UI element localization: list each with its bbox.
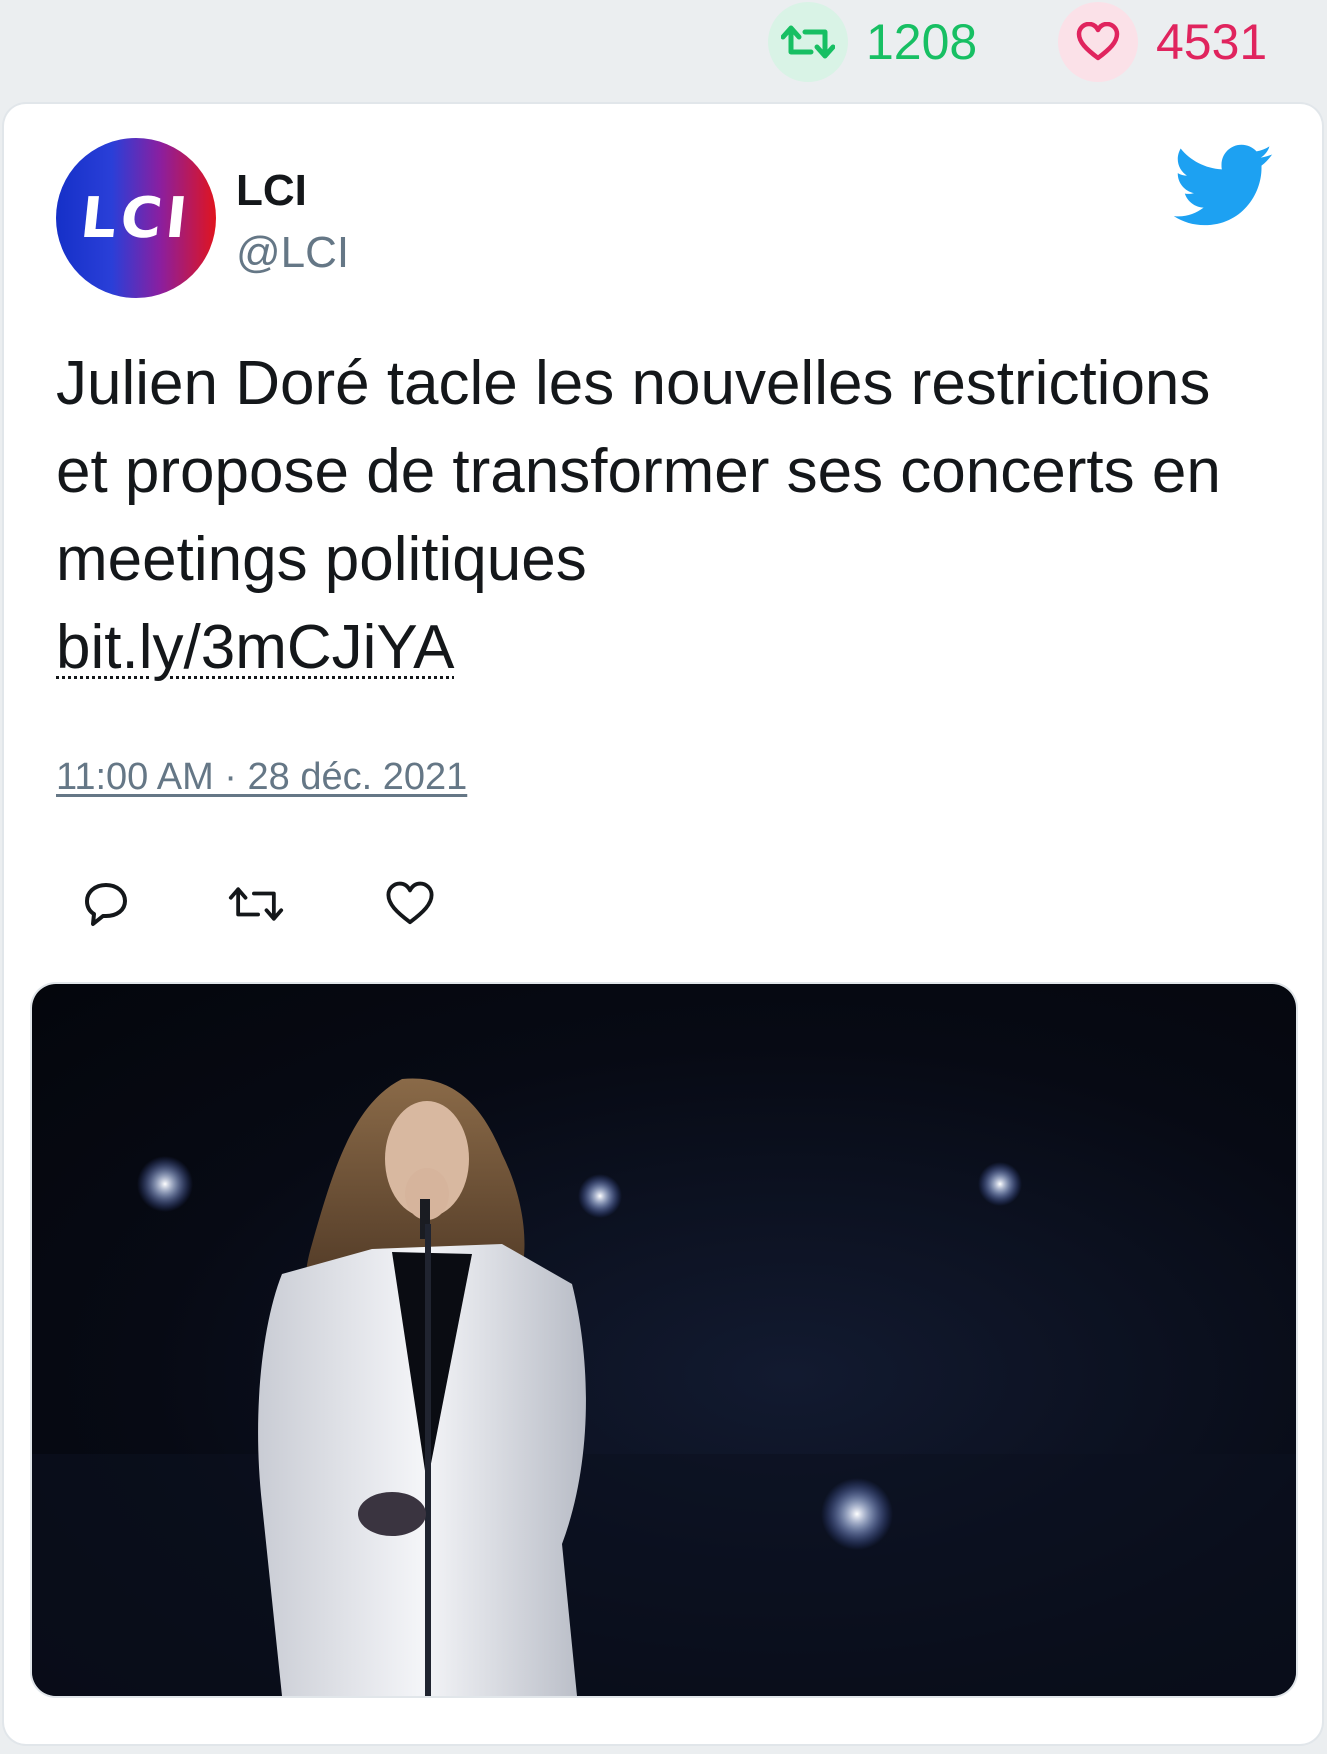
author-name[interactable]: LCI	[236, 166, 307, 216]
retweet-stat-icon	[768, 2, 848, 82]
concert-photo	[32, 1078, 1296, 1696]
heart-icon	[386, 881, 434, 925]
retweet-stat: 1208	[768, 0, 977, 84]
like-button[interactable]	[380, 874, 440, 934]
tweet-text: Julien Doré tacle les nouvelles restrict…	[56, 349, 1221, 594]
reply-button[interactable]	[76, 874, 136, 934]
like-stat: 4531	[1058, 0, 1267, 84]
tweet-link[interactable]: bit.ly/3mCJiYA	[56, 604, 455, 692]
stats-bar: 1208 4531	[0, 0, 1327, 100]
tweet-timestamp[interactable]: 11:00 AM · 28 déc. 2021	[56, 756, 467, 799]
tweet-actions	[56, 874, 656, 934]
retweet-button[interactable]	[226, 874, 286, 934]
twitter-bird-icon[interactable]	[1173, 144, 1274, 228]
heart-stat-icon	[1058, 2, 1138, 82]
like-count: 4531	[1156, 14, 1268, 70]
avatar[interactable]: LCI	[56, 138, 216, 298]
retweet-count: 1208	[866, 14, 978, 70]
author-handle[interactable]: @LCI	[236, 228, 349, 278]
tweet-card: LCI LCI @LCI Julien Doré tacle les nouve…	[4, 104, 1322, 1744]
avatar-logo-text: LCI	[77, 185, 195, 251]
tweet-media-photo[interactable]	[32, 984, 1296, 1696]
reply-icon	[85, 883, 127, 926]
retweet-icon	[228, 887, 284, 921]
